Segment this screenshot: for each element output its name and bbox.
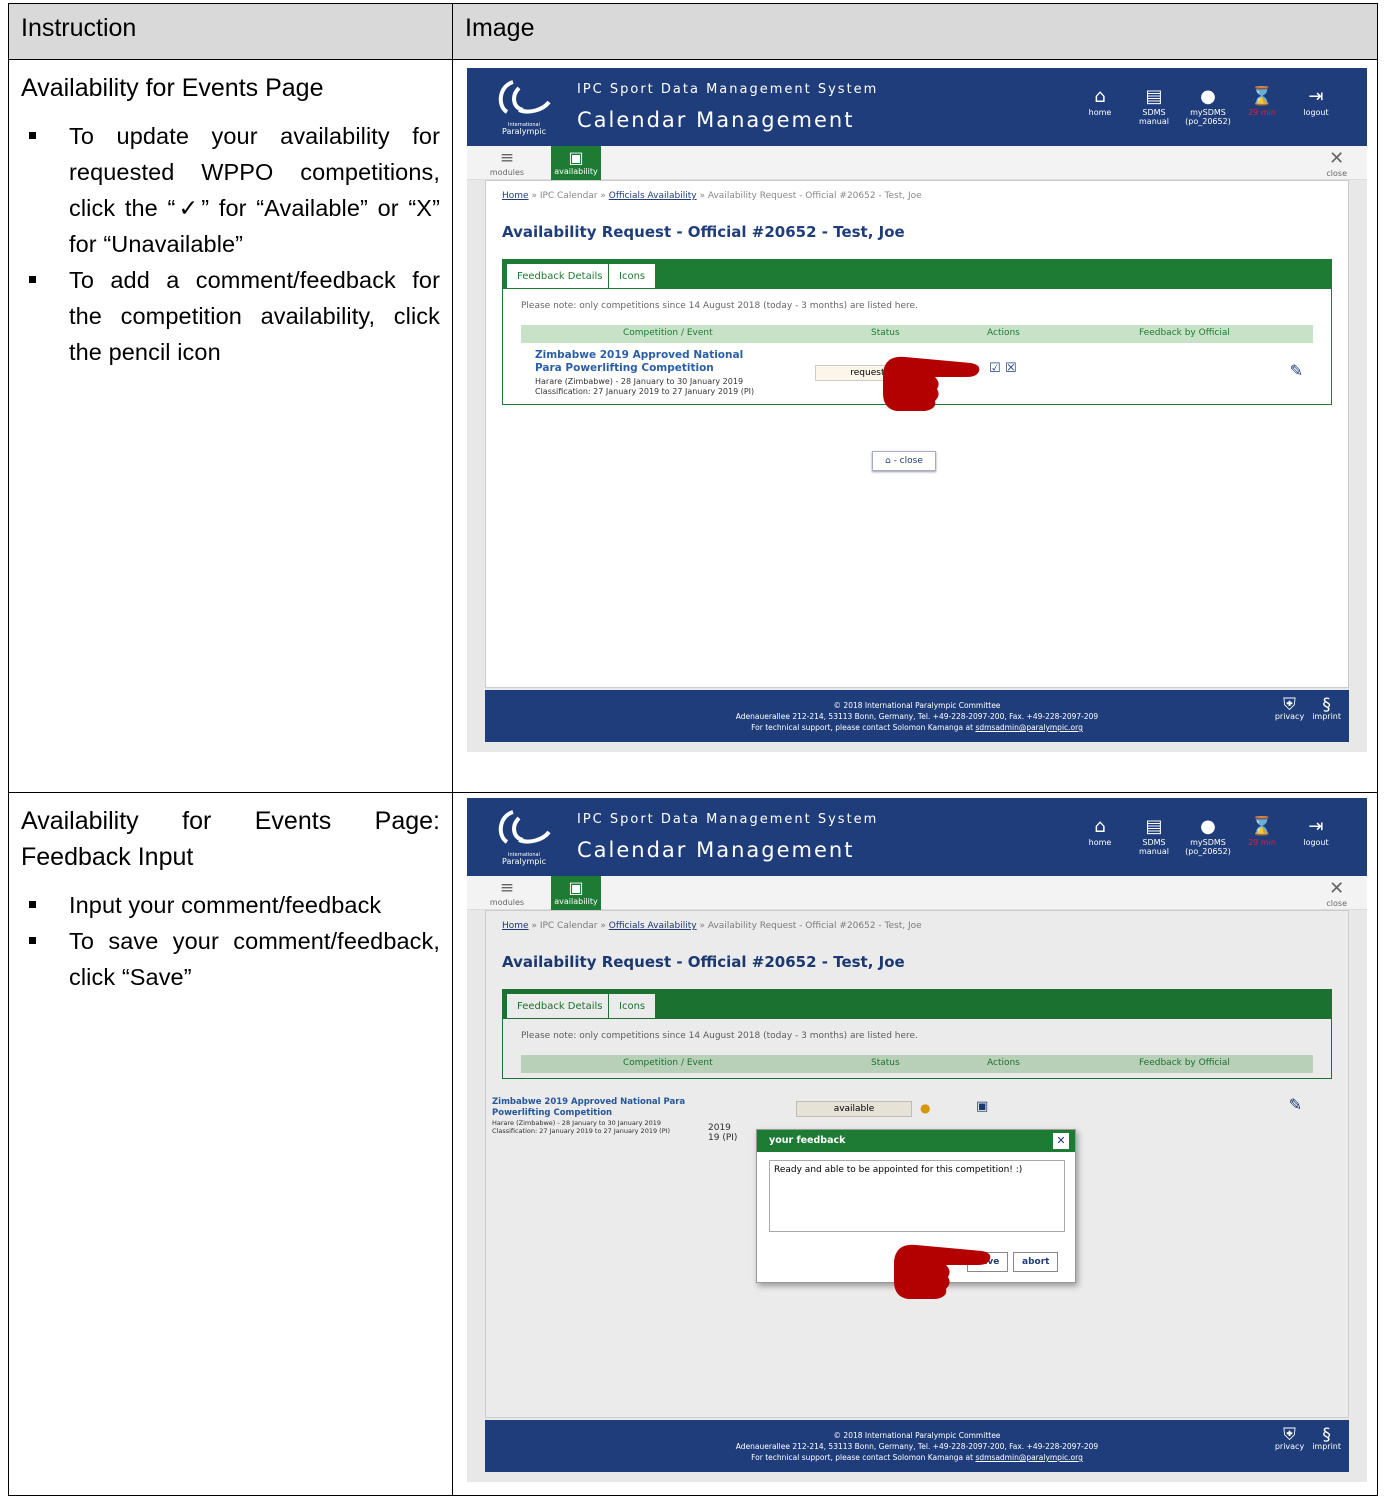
image-cell-2: International Paralympic IPC Sport Data … xyxy=(452,792,1378,1496)
mysdms-button[interactable]: ● mySDMS (po_20652) xyxy=(1181,816,1235,856)
pdf-icon: ▤ xyxy=(1145,816,1163,837)
hourglass-icon: ⌛ xyxy=(1250,816,1274,837)
table-header: Competition / Event Status Actions Feedb… xyxy=(521,325,1313,343)
session-timer: ⌛ 29 min xyxy=(1235,86,1289,126)
mysdms-button[interactable]: ● mySDMS (po_20652) xyxy=(1181,86,1235,126)
footer: © 2018 International Paralympic Committe… xyxy=(485,1420,1349,1472)
app-name: Calendar Management xyxy=(577,838,855,862)
menu-icon: ≡ xyxy=(499,878,515,898)
support-email-link[interactable]: sdmsadmin@paralympic.org xyxy=(975,723,1082,732)
system-name: IPC Sport Data Management System xyxy=(577,82,879,97)
logout-icon: ⇥ xyxy=(1308,816,1324,837)
available-action-icon[interactable]: ☑ xyxy=(989,361,1001,376)
pdf-icon: ▤ xyxy=(1145,86,1163,107)
modules-button[interactable]: ≡ modules xyxy=(487,148,527,177)
edit-feedback-pencil-icon[interactable]: ✎ xyxy=(1290,361,1303,380)
footer: © 2018 International Paralympic Committe… xyxy=(485,690,1349,742)
image-header: Image xyxy=(452,3,1378,60)
availability-tab[interactable]: ▣ availability xyxy=(551,876,601,910)
home-icon: ⌂ xyxy=(885,456,894,466)
section-title: Availability for Events Page xyxy=(21,74,324,102)
shield-icon: ⛨ xyxy=(1283,695,1296,715)
app-header: International Paralympic IPC Sport Data … xyxy=(467,798,1367,876)
privacy-link[interactable]: ⛨ privacy xyxy=(1275,695,1304,722)
session-timer: ⌛ 29 min xyxy=(1235,816,1289,856)
section-icon: § xyxy=(1322,1425,1331,1445)
user-icon: ● xyxy=(1200,86,1216,107)
feedback-panel: Please note: only competitions since 14 … xyxy=(502,289,1332,411)
instruction-table: Instruction Image Availability for Event… xyxy=(8,3,1378,1496)
calendar-icon: ▣ xyxy=(568,878,584,897)
section-icon: § xyxy=(1322,695,1331,715)
tab-icons[interactable]: Icons xyxy=(608,263,657,289)
shield-icon: ⛨ xyxy=(1283,1425,1296,1445)
tab-bar: Feedback Details Icons xyxy=(502,259,1332,289)
manual-button[interactable]: ▤ SDMS manual xyxy=(1127,816,1181,856)
breadcrumb-home[interactable]: Home xyxy=(502,191,529,201)
page-title: Availability Request - Official #20652 -… xyxy=(502,223,905,241)
logout-icon: ⇥ xyxy=(1308,86,1324,107)
listing-note: Please note: only competitions since 14 … xyxy=(521,301,918,311)
toolbar: ≡ modules ▣ availability ✕ close xyxy=(467,146,1367,180)
content-panel: Home » IPC Calendar » Officials Availabi… xyxy=(485,180,1349,688)
breadcrumb: Home » IPC Calendar » Officials Availabi… xyxy=(502,191,922,201)
dialog-close-icon[interactable]: ✕ xyxy=(1053,1133,1069,1149)
calendar-icon: ▣ xyxy=(568,148,584,167)
breadcrumb-officials[interactable]: Officials Availability xyxy=(609,191,697,201)
logout-button[interactable]: ⇥ logout xyxy=(1289,86,1343,126)
screenshot-availability: International Paralympic IPC Sport Data … xyxy=(467,68,1367,752)
ipc-logo-icon: International Paralympic xyxy=(498,80,551,136)
svg-text:Paralympic: Paralympic xyxy=(502,127,546,136)
imprint-link[interactable]: § imprint xyxy=(1312,1425,1341,1452)
toolbar: ≡ modules ▣ availability ✕ close xyxy=(467,876,1367,910)
menu-icon: ≡ xyxy=(499,148,515,168)
imprint-link[interactable]: § imprint xyxy=(1312,695,1341,722)
app-name: Calendar Management xyxy=(577,108,855,132)
privacy-link[interactable]: ⛨ privacy xyxy=(1275,1425,1304,1452)
competition-link[interactable]: Zimbabwe 2019 Approved National Para Pow… xyxy=(535,349,765,375)
feedback-textarea[interactable] xyxy=(769,1160,1065,1232)
home-button[interactable]: ⌂ home xyxy=(1073,816,1127,856)
bullet-item: Input your comment/feedback xyxy=(21,887,440,923)
system-name: IPC Sport Data Management System xyxy=(577,812,879,827)
pointing-hand-icon xyxy=(883,356,980,411)
image-cell-1: International Paralympic IPC Sport Data … xyxy=(452,59,1378,793)
logout-button[interactable]: ⇥ logout xyxy=(1289,816,1343,856)
bullet-item: To save your comment/feedback, click “Sa… xyxy=(21,923,440,995)
home-button[interactable]: ⌂ home xyxy=(1073,86,1127,126)
bullet-item: To update your availability for requeste… xyxy=(21,118,440,262)
instruction-header: Instruction xyxy=(8,3,453,60)
section-title: Availability for Events Page: Feedback I… xyxy=(21,807,440,871)
pointing-hand-icon xyxy=(894,1244,991,1299)
modules-button[interactable]: ≡ modules xyxy=(487,878,527,907)
screenshot-feedback: International Paralympic IPC Sport Data … xyxy=(467,798,1367,1482)
home-icon: ⌂ xyxy=(1094,86,1106,107)
instruction-cell-2: Availability for Events Page: Feedback I… xyxy=(8,792,453,1496)
close-button[interactable]: ✕ close xyxy=(1326,148,1347,178)
svg-text:Paralympic: Paralympic xyxy=(502,857,546,866)
abort-button[interactable]: abort xyxy=(1013,1252,1059,1272)
hourglass-icon: ⌛ xyxy=(1250,86,1274,107)
availability-tab[interactable]: ▣ availability xyxy=(551,146,601,180)
home-icon: ⌂ xyxy=(1094,816,1106,837)
bullet-item: To add a comment/feedback for the compet… xyxy=(21,262,440,370)
instruction-cell-1: Availability for Events Page To update y… xyxy=(8,59,453,793)
manual-button[interactable]: ▤ SDMS manual xyxy=(1127,86,1181,126)
content-panel: Home » IPC Calendar » Officials Availabi… xyxy=(485,910,1349,1418)
close-icon: ✕ xyxy=(1329,878,1345,899)
tab-feedback-details[interactable]: Feedback Details xyxy=(506,263,614,289)
user-icon: ● xyxy=(1200,816,1216,837)
dialog-header: your feedback ✕ xyxy=(757,1130,1075,1152)
support-email-link[interactable]: sdmsadmin@paralympic.org xyxy=(975,1453,1082,1462)
close-page-button[interactable]: ⌂ - close xyxy=(872,451,936,471)
close-button[interactable]: ✕ close xyxy=(1326,878,1347,908)
competition-details: Harare (Zimbabwe) - 28 January to 30 Jan… xyxy=(535,377,755,396)
unavailable-action-icon[interactable]: ☒ xyxy=(1005,361,1017,376)
app-header: International Paralympic IPC Sport Data … xyxy=(467,68,1367,146)
close-icon: ✕ xyxy=(1329,148,1345,169)
ipc-logo-icon: International Paralympic xyxy=(498,810,551,866)
